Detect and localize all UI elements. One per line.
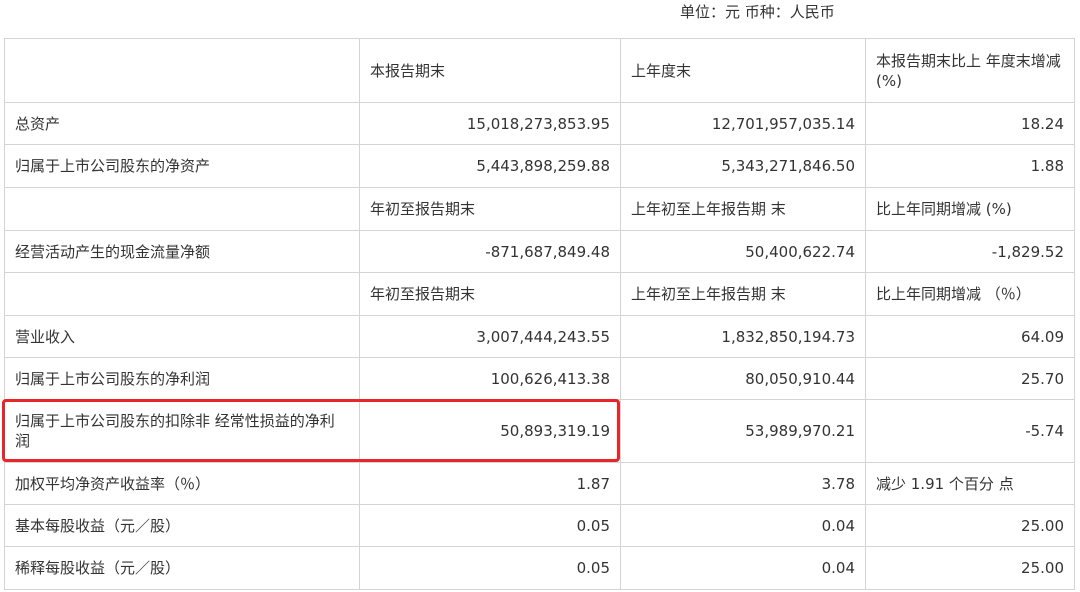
row-value-change: 25.00 xyxy=(865,504,1075,547)
row-value-change: -5.74 xyxy=(865,399,1075,463)
table-row: 稀释每股收益（元／股） 0.05 0.04 25.00 xyxy=(4,546,1075,590)
row-value-change: 64.09 xyxy=(865,315,1075,358)
row-label: 经营活动产生的现金流量净额 xyxy=(4,230,360,273)
subheader-ytd: 年初至报告期末 xyxy=(359,187,621,231)
row-value-current: 1.87 xyxy=(359,462,621,505)
table-row: 加权平均净资产收益率（％） 1.87 3.78 减少 1.91 个百分 点 xyxy=(4,462,1075,505)
subheader-prior-ytd: 上年初至上年报告期 末 xyxy=(620,272,866,316)
row-value-change: 18.24 xyxy=(865,102,1075,145)
row-value-prior: 80,050,910.44 xyxy=(620,357,866,400)
row-label: 营业收入 xyxy=(4,315,360,358)
row-value-current: 15,018,273,853.95 xyxy=(359,102,621,145)
table-row: 归属于上市公司股东的净资产 5,443,898,259.88 5,343,271… xyxy=(4,144,1075,188)
row-value-current: 0.05 xyxy=(359,546,621,590)
row-value-change: -1,829.52 xyxy=(865,230,1075,273)
row-label: 归属于上市公司股东的净利润 xyxy=(4,357,360,400)
row-value-prior: 3.78 xyxy=(620,462,866,505)
row-value-current: 5,443,898,259.88 xyxy=(359,144,621,188)
row-value-current: 0.05 xyxy=(359,504,621,547)
table-header-row: 本报告期末 上年度末 本报告期末比上 年度末增减 (%) xyxy=(4,38,1075,103)
row-value-current: 3,007,444,243.55 xyxy=(359,315,621,358)
header-prior-year-end: 上年度末 xyxy=(620,38,866,103)
table-subheader-row: 年初至报告期末 上年初至上年报告期 末 比上年同期增减 (%) xyxy=(4,187,1075,231)
row-value-prior: 1,832,850,194.73 xyxy=(620,315,866,358)
header-empty-cell xyxy=(4,38,360,103)
row-value-prior: 0.04 xyxy=(620,546,866,590)
unit-caption: 单位：元 币种：人民币 xyxy=(680,3,835,21)
row-value-current: 50,893,319.19 xyxy=(359,399,621,463)
header-change-percent: 本报告期末比上 年度末增减 (%) xyxy=(865,38,1075,103)
header-current-period-end: 本报告期末 xyxy=(359,38,621,103)
subheader-yoy-change: 比上年同期增减 (%) xyxy=(865,187,1075,231)
table-row: 总资产 15,018,273,853.95 12,701,957,035.14 … xyxy=(4,102,1075,145)
row-label: 基本每股收益（元／股） xyxy=(4,504,360,547)
row-value-current: -871,687,849.48 xyxy=(359,230,621,273)
table-row: 营业收入 3,007,444,243.55 1,832,850,194.73 6… xyxy=(4,315,1075,358)
table-row: 归属于上市公司股东的净利润 100,626,413.38 80,050,910.… xyxy=(4,357,1075,400)
table-row-highlighted: 归属于上市公司股东的扣除非 经常性损益的净利润 50,893,319.19 53… xyxy=(4,399,1075,463)
row-label: 总资产 xyxy=(4,102,360,145)
table-row: 经营活动产生的现金流量净额 -871,687,849.48 50,400,622… xyxy=(4,230,1075,273)
row-value-prior: 53,989,970.21 xyxy=(620,399,866,463)
row-label: 归属于上市公司股东的净资产 xyxy=(4,144,360,188)
subheader-ytd: 年初至报告期末 xyxy=(359,272,621,316)
row-value-change: 1.88 xyxy=(865,144,1075,188)
row-label: 归属于上市公司股东的扣除非 经常性损益的净利润 xyxy=(4,399,360,463)
row-value-change: 减少 1.91 个百分 点 xyxy=(865,462,1075,505)
financial-table: 本报告期末 上年度末 本报告期末比上 年度末增减 (%) 总资产 15,018,… xyxy=(4,38,1075,590)
row-value-change: 25.00 xyxy=(865,546,1075,590)
table-row: 基本每股收益（元／股） 0.05 0.04 25.00 xyxy=(4,504,1075,547)
subheader-empty-cell xyxy=(4,272,360,316)
row-value-prior: 12,701,957,035.14 xyxy=(620,102,866,145)
row-value-change: 25.70 xyxy=(865,357,1075,400)
row-value-prior: 5,343,271,846.50 xyxy=(620,144,866,188)
row-value-prior: 50,400,622.74 xyxy=(620,230,866,273)
subheader-prior-ytd: 上年初至上年报告期 末 xyxy=(620,187,866,231)
subheader-empty-cell xyxy=(4,187,360,231)
subheader-yoy-change: 比上年同期增减 （％） xyxy=(865,272,1075,316)
table-subheader-row: 年初至报告期末 上年初至上年报告期 末 比上年同期增减 （％） xyxy=(4,272,1075,316)
row-value-prior: 0.04 xyxy=(620,504,866,547)
row-value-current: 100,626,413.38 xyxy=(359,357,621,400)
row-label: 加权平均净资产收益率（％） xyxy=(4,462,360,505)
row-label: 稀释每股收益（元／股） xyxy=(4,546,360,590)
